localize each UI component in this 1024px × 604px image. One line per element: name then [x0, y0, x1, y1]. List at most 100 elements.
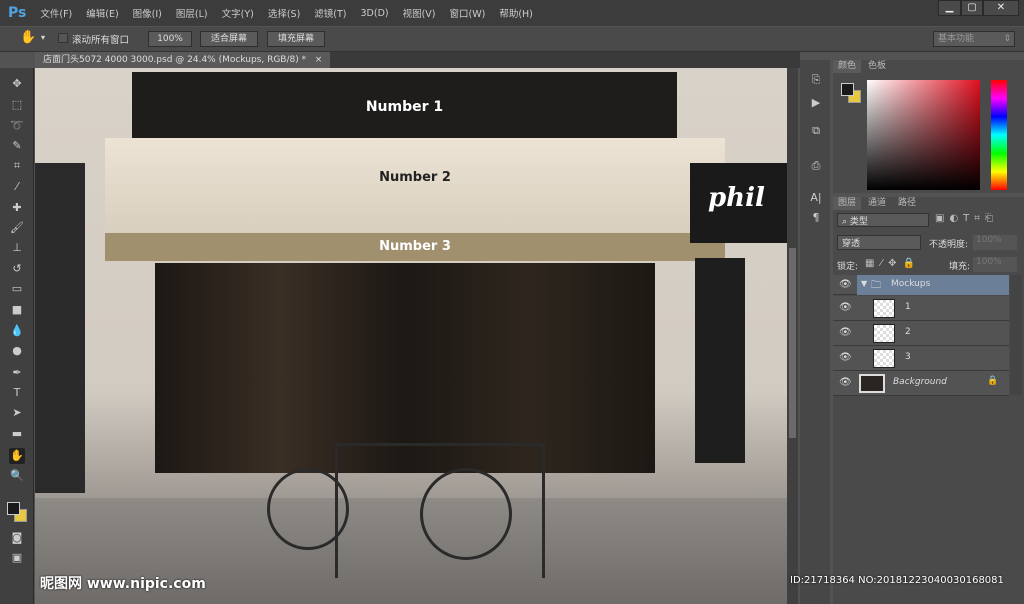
workspace-select[interactable]: 基本功能 ⇕ — [933, 31, 1015, 47]
tab-paths[interactable]: 路径 — [893, 197, 921, 210]
expand-arrow-icon[interactable]: ▼ — [861, 279, 867, 288]
layer-name: 3 — [905, 352, 911, 362]
fill-label: 填充: — [949, 262, 971, 272]
document-tab[interactable]: 店面门头5072 4000 3000.psd @ 24.4% (Mockups,… — [35, 52, 331, 68]
minimize-button[interactable]: ▁ — [938, 0, 961, 16]
visibility-eye-icon[interactable]: 👁 — [839, 279, 852, 291]
watermark-left: 昵图网 www.nipic.com — [40, 576, 206, 592]
move-tool-icon[interactable]: ✥ — [9, 76, 25, 92]
fill-input[interactable]: 100% — [973, 257, 1017, 272]
stamp-tool-icon[interactable]: ⊥ — [9, 240, 25, 256]
dark-pillar — [695, 258, 745, 463]
opacity-label: 不透明度: — [929, 240, 969, 250]
gradient-tool-icon[interactable]: ■ — [9, 302, 25, 318]
scrollbar-thumb[interactable] — [789, 248, 796, 438]
close-tab-icon[interactable]: × — [315, 55, 323, 65]
eraser-tool-icon[interactable]: ▭ — [9, 281, 25, 297]
bike-rack — [335, 443, 545, 578]
menu-window[interactable]: 窗口(W) — [450, 6, 486, 20]
color-field[interactable] — [867, 80, 980, 190]
vertical-scrollbar[interactable] — [787, 68, 798, 604]
layer-filter-select[interactable]: ⌕ 类型 — [837, 213, 929, 227]
tab-layers[interactable]: 图层 — [833, 197, 862, 210]
fit-screen-button[interactable]: 适合屏幕 — [200, 31, 258, 47]
healing-tool-icon[interactable]: ✚ — [9, 200, 25, 216]
background-thumbnail — [859, 374, 885, 393]
menu-view[interactable]: 视图(V) — [403, 6, 436, 20]
crop-tool-icon[interactable]: ⌗ — [9, 158, 25, 174]
layer-row-background[interactable]: 👁 Background 🔒 — [833, 371, 1009, 396]
scroll-all-checkbox[interactable] — [58, 33, 68, 43]
shape-tool-icon[interactable]: ▬ — [9, 426, 25, 442]
sign-number-2: Number 2 — [105, 138, 725, 233]
zoom-tool-icon[interactable]: 🔍 — [9, 468, 25, 484]
tools-panel: ✥ ⬚ ➰ ✎ ⌗ ⁄ ✚ 🖌 ⊥ ↺ ▭ ■ 💧 ● ✒ T ➤ ▬ ✋ 🔍 … — [0, 68, 34, 604]
tab-swatches[interactable]: 色板 — [863, 60, 891, 73]
menu-filter[interactable]: 滤镜(T) — [314, 6, 346, 20]
layer-name: 1 — [905, 302, 911, 312]
tab-color[interactable]: 颜色 — [833, 60, 862, 73]
menu-help[interactable]: 帮助(H) — [499, 6, 533, 20]
maximize-button[interactable]: ▢ — [961, 0, 983, 16]
clone-source-icon[interactable]: ⎙ — [808, 158, 824, 174]
watermark-right: ID:21718364 NO:20181223040030168081 — [790, 575, 1004, 586]
type-tool-icon[interactable]: T — [9, 385, 25, 401]
tab-channels[interactable]: 通道 — [863, 197, 891, 210]
menu-file[interactable]: 文件(F) — [40, 6, 72, 20]
quick-mask-icon[interactable]: ◙ — [9, 530, 25, 546]
chevron-down-icon[interactable]: ▾ — [41, 33, 45, 42]
hand-tool-icon[interactable]: ✋ — [9, 448, 25, 464]
layer-name: Mockups — [891, 279, 931, 289]
marquee-tool-icon[interactable]: ⬚ — [9, 97, 25, 113]
blur-tool-icon[interactable]: 💧 — [9, 323, 25, 339]
photoshop-logo: Ps — [8, 5, 27, 21]
menu-layer[interactable]: 图层(L) — [176, 6, 208, 20]
actions-panel-icon[interactable]: ▶ — [808, 95, 824, 111]
history-brush-icon[interactable]: ↺ — [9, 261, 25, 277]
menu-type[interactable]: 文字(Y) — [222, 6, 254, 20]
layer-row-2[interactable]: 👁 2 — [833, 321, 1009, 346]
panel-icon-column: ⎘ ▶ ⧉ ⎙ A| ¶ — [800, 60, 830, 604]
layer-name: 2 — [905, 327, 911, 337]
layers-scrollbar[interactable] — [1010, 275, 1022, 395]
character-panel-icon[interactable]: A| — [808, 190, 824, 206]
menu-3d[interactable]: 3D(D) — [361, 8, 389, 19]
layer-row-1[interactable]: 👁 1 — [833, 296, 1009, 321]
layer-name: Background — [893, 377, 947, 387]
blend-mode-select[interactable]: 穿透 — [837, 235, 921, 250]
document-canvas[interactable]: Number 1 Number 2 Number 3 phil 昵图网 www.… — [35, 68, 787, 604]
dodge-tool-icon[interactable]: ● — [9, 343, 25, 359]
hue-slider[interactable] — [991, 80, 1007, 190]
fill-screen-button[interactable]: 填充屏幕 — [267, 31, 325, 47]
pen-tool-icon[interactable]: ✒ — [9, 365, 25, 381]
menu-edit[interactable]: 编辑(E) — [86, 6, 118, 20]
eyedropper-tool-icon[interactable]: ⁄ — [9, 179, 25, 195]
scroll-all-label: 滚动所有窗口 — [72, 35, 130, 46]
history-panel-icon[interactable]: ⎘ — [808, 72, 824, 88]
layer-row-3[interactable]: 👁 3 — [833, 346, 1009, 371]
visibility-eye-icon[interactable]: 👁 — [839, 377, 852, 389]
menu-image[interactable]: 图像(I) — [133, 6, 162, 20]
close-window-button[interactable]: ✕ — [983, 0, 1019, 16]
screen-mode-icon[interactable]: ▣ — [9, 550, 25, 566]
visibility-eye-icon[interactable]: 👁 — [839, 327, 852, 339]
hand-tool-icon[interactable]: ✋ — [20, 30, 36, 45]
document-title: 店面门头5072 4000 3000.psd @ 24.4% (Mockups,… — [43, 55, 307, 65]
lasso-tool-icon[interactable]: ➰ — [9, 118, 25, 134]
foreground-color-swatch[interactable] — [7, 502, 20, 515]
path-select-icon[interactable]: ➤ — [9, 405, 25, 421]
layer-row-mockups[interactable]: 👁 ▼ 🗀 Mockups — [833, 275, 1009, 295]
lock-icon: 🔒 — [987, 376, 999, 386]
visibility-eye-icon[interactable]: 👁 — [839, 352, 852, 364]
opacity-input[interactable]: 100% — [973, 235, 1017, 250]
zoom-100-button[interactable]: 100% — [148, 31, 192, 47]
lock-icons[interactable]: ▦⁄✥🔒 — [865, 258, 921, 269]
paragraph-panel-icon[interactable]: ¶ — [808, 210, 824, 226]
color-foreground-swatch[interactable] — [841, 83, 854, 96]
brush-tool-icon[interactable]: 🖌 — [9, 220, 25, 236]
quick-select-tool-icon[interactable]: ✎ — [9, 138, 25, 154]
visibility-eye-icon[interactable]: 👁 — [839, 302, 852, 314]
filter-icons[interactable]: ▣◐T⌗⎗ — [935, 213, 998, 224]
layer-comps-icon[interactable]: ⧉ — [808, 123, 824, 139]
menu-select[interactable]: 选择(S) — [268, 6, 300, 20]
